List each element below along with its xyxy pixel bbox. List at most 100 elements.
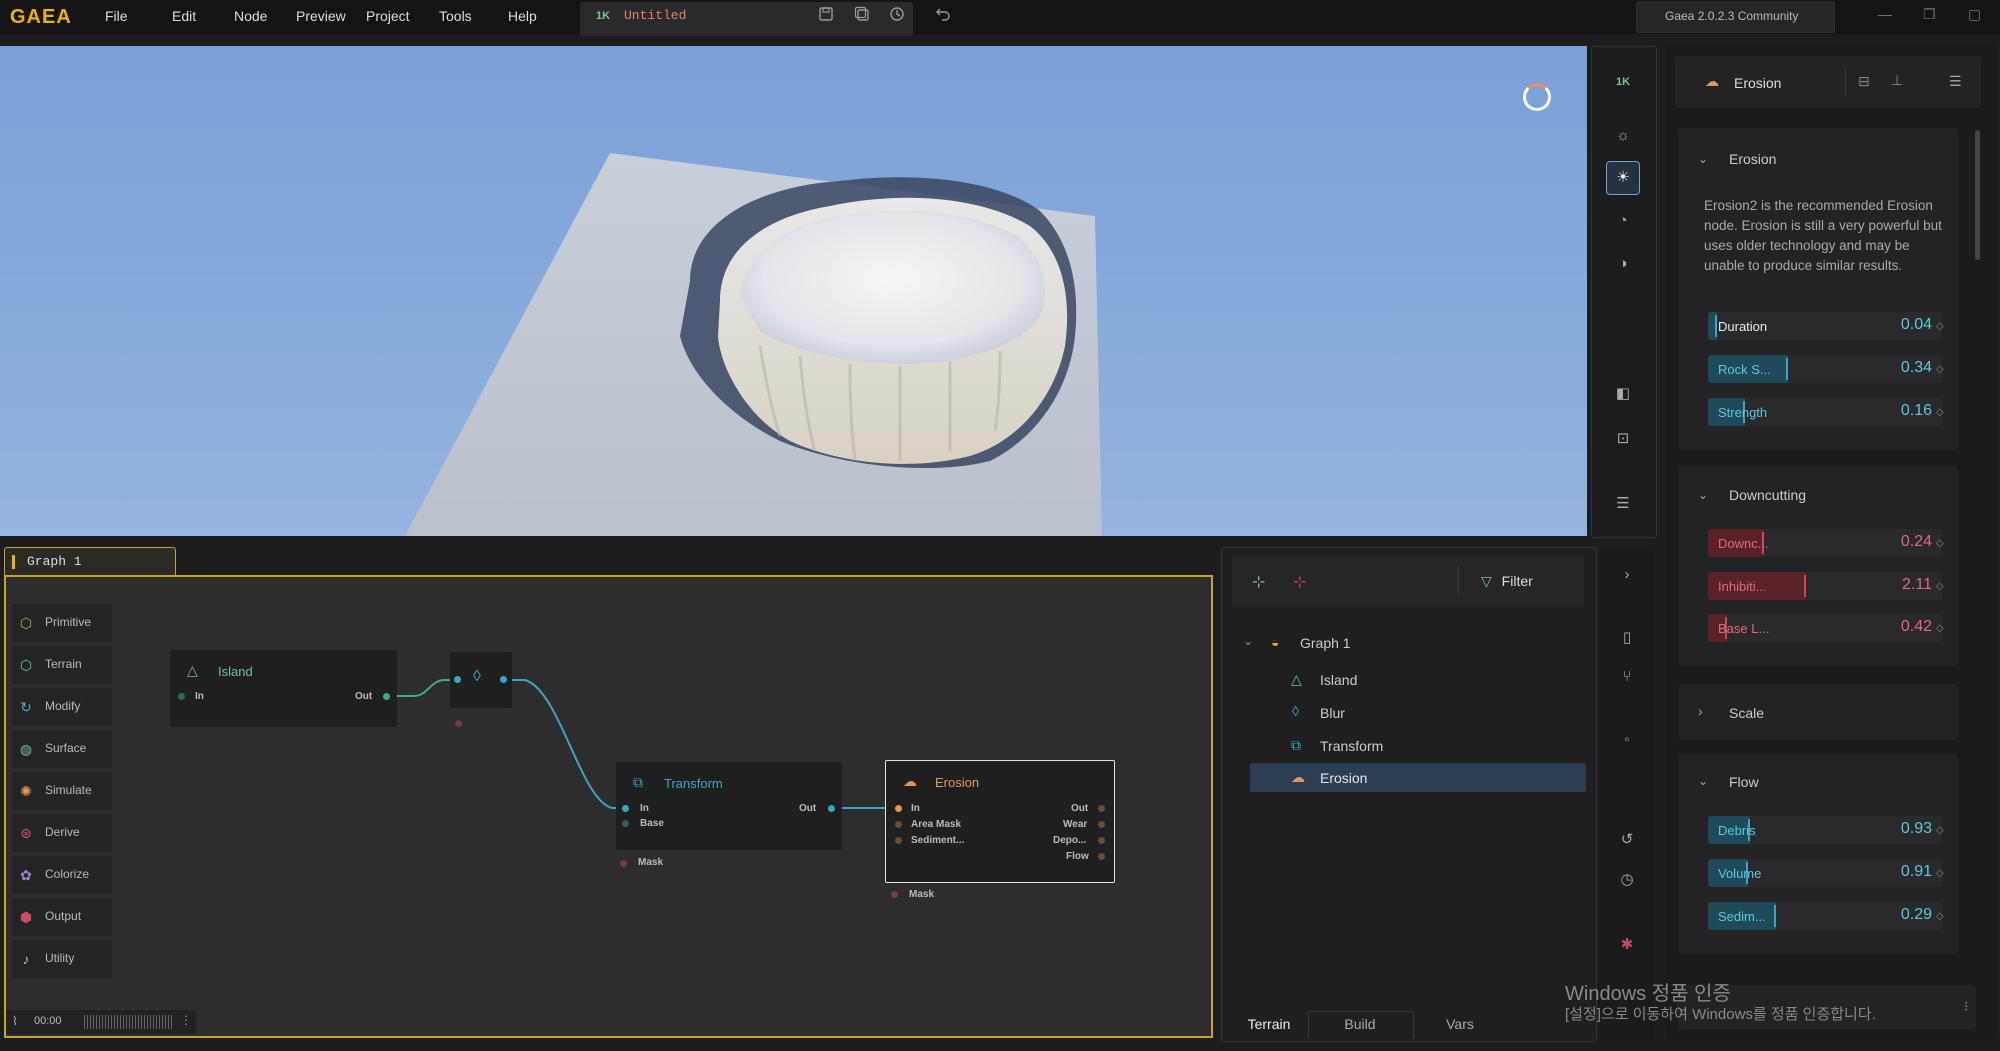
timeline-bar[interactable]: ⌇ 00:00 ⋮ — [6, 1010, 196, 1034]
keyframe-icon[interactable]: ◇ — [1936, 407, 1944, 418]
mask-port[interactable] — [455, 720, 462, 727]
node-title: Erosion — [935, 775, 980, 790]
timeline-scrubber[interactable] — [84, 1015, 172, 1029]
collapse-icon[interactable]: ⁝ — [1964, 998, 1968, 1015]
frame-icon[interactable]: ⊹ — [1293, 572, 1306, 592]
slider-inhibition[interactable]: Inhibiti... 2.11 — [1708, 572, 1942, 600]
param-value[interactable]: 0.91 — [1901, 863, 1932, 881]
contrast-icon[interactable]: ◑ — [1607, 248, 1639, 280]
chevron-down-icon[interactable]: ⌄ — [1698, 488, 1708, 502]
lighting-icon[interactable]: ☀ — [1606, 161, 1640, 195]
maximize-icon[interactable]: ▢ — [1968, 6, 1981, 23]
keyframe-icon[interactable]: ◇ — [1936, 364, 1944, 375]
base-port[interactable] — [622, 820, 629, 827]
section-erosion-title[interactable]: Erosion — [1729, 151, 1776, 167]
keyframe-icon[interactable]: ◇ — [1936, 825, 1944, 836]
viewport-resolution-badge[interactable]: 1K — [1607, 66, 1639, 98]
slider-volume[interactable]: Volume 0.91 — [1708, 859, 1942, 887]
properties-menu-icon[interactable]: ☰ — [1949, 73, 1962, 90]
node-erosion[interactable]: ☁ Erosion In Area Mask Sediment... Out W… — [885, 760, 1115, 883]
port-label: Wear — [1063, 819, 1088, 830]
input-port[interactable] — [454, 676, 461, 683]
input-port[interactable] — [895, 805, 902, 812]
param-value[interactable]: 0.29 — [1901, 906, 1932, 924]
slider-base-level[interactable]: Base L... 0.42 — [1708, 614, 1942, 642]
param-name: Strength — [1718, 405, 1768, 420]
tree-item-blur[interactable]: Blur — [1320, 705, 1345, 721]
chevron-right-icon[interactable]: › — [1698, 703, 1703, 719]
section-flow-title[interactable]: Flow — [1729, 774, 1759, 790]
timer-icon[interactable]: ◷ — [1615, 870, 1639, 888]
output-port[interactable] — [500, 676, 507, 683]
tree-root-graph-1[interactable]: Graph 1 — [1300, 635, 1351, 651]
slider-downcutting[interactable]: Downc... 0.24 — [1708, 529, 1942, 557]
slider-duration[interactable]: Duration 0.04 — [1708, 312, 1942, 340]
filter-button[interactable]: ▽ Filter — [1481, 573, 1533, 590]
keyframe-icon[interactable]: ◇ — [1936, 868, 1944, 879]
sediment-port[interactable] — [895, 837, 902, 844]
node-island[interactable]: △ Island In Out — [170, 650, 397, 727]
minimize-icon[interactable]: — — [1878, 6, 1892, 22]
erosion-icon: ☁ — [903, 773, 917, 789]
tab-terrain[interactable]: Terrain — [1233, 1011, 1305, 1037]
param-value[interactable]: 0.42 — [1901, 618, 1932, 636]
document-icon[interactable]: ▯ — [1615, 628, 1639, 646]
branch-icon[interactable]: ⑂ — [1615, 668, 1639, 685]
chevron-down-icon[interactable]: ⌄ — [1698, 774, 1708, 788]
viewport-menu-icon[interactable]: ☰ — [1607, 488, 1639, 520]
chevron-down-icon[interactable]: ⌄ — [1698, 152, 1708, 166]
properties-scrollbar[interactable] — [1975, 130, 1980, 260]
mask-port[interactable] — [891, 891, 898, 898]
param-value[interactable]: 0.34 — [1901, 359, 1932, 377]
node-blur[interactable]: ◊ — [450, 652, 512, 708]
section-scale-title[interactable]: Scale — [1729, 705, 1764, 721]
tab-build[interactable]: Build — [1308, 1011, 1412, 1037]
param-value[interactable]: 0.24 — [1901, 533, 1932, 551]
slider-sediment[interactable]: Sedim... 0.29 — [1708, 902, 1942, 930]
sun-icon[interactable]: ☼ — [1607, 120, 1639, 152]
tree-item-erosion[interactable]: Erosion — [1320, 770, 1367, 786]
chevron-right-icon[interactable]: › — [1615, 566, 1639, 583]
wear-port[interactable] — [1098, 821, 1105, 828]
slider-rock-softness[interactable]: Rock S... 0.34 — [1708, 355, 1942, 383]
input-port[interactable] — [178, 693, 185, 700]
param-value[interactable]: 0.93 — [1901, 820, 1932, 838]
output-port[interactable] — [383, 693, 390, 700]
mask-port[interactable] — [620, 860, 627, 867]
node-transform[interactable]: ⧉ Transform In Base Out — [616, 762, 842, 850]
environment-icon[interactable]: ◔ — [1607, 205, 1639, 237]
tree-item-island[interactable]: Island — [1320, 672, 1357, 688]
tree-expand-icon[interactable]: ⌄ — [1243, 634, 1253, 648]
output-port[interactable] — [1098, 805, 1105, 812]
input-port[interactable] — [622, 805, 629, 812]
slider-debris[interactable]: Debris 0.93 — [1708, 816, 1942, 844]
slider-strength[interactable]: Strength 0.16 — [1708, 398, 1942, 426]
param-value[interactable]: 0.16 — [1901, 402, 1932, 420]
flame-icon[interactable]: ◦ — [1615, 731, 1639, 748]
keyframe-icon[interactable]: ◇ — [1936, 581, 1944, 592]
param-value[interactable]: 0.04 — [1901, 316, 1932, 334]
activation-watermark-text: [설정]으로 이동하여 Windows를 정품 인증합니다. — [1565, 1006, 1876, 1023]
section-downcutting-title[interactable]: Downcutting — [1729, 487, 1806, 503]
restore-icon[interactable]: ❐ — [1923, 6, 1936, 23]
keyframe-icon[interactable]: ◇ — [1936, 538, 1944, 549]
timeline-menu-icon[interactable]: ⋮ — [180, 1013, 192, 1027]
param-value[interactable]: 2.11 — [1902, 576, 1932, 594]
keyframe-icon[interactable]: ◇ — [1936, 321, 1944, 332]
keyframe-icon[interactable]: ◇ — [1936, 623, 1944, 634]
preview-icon[interactable]: ⊟ — [1858, 73, 1870, 90]
capture-icon[interactable]: ⊡ — [1607, 423, 1639, 455]
flow-port[interactable] — [1098, 853, 1105, 860]
tab-vars[interactable]: Vars — [1412, 1011, 1508, 1037]
compare-icon[interactable]: ◧ — [1607, 378, 1639, 410]
area-mask-port[interactable] — [895, 821, 902, 828]
rotate-icon[interactable]: ↺ — [1615, 830, 1639, 848]
tree-item-transform[interactable]: Transform — [1320, 738, 1383, 754]
output-port[interactable] — [828, 805, 835, 812]
pin-icon[interactable]: ⊥ — [1891, 72, 1903, 89]
port-label: Flow — [1066, 851, 1089, 862]
plugin-icon[interactable]: ✱ — [1615, 935, 1639, 953]
keyframe-icon[interactable]: ◇ — [1936, 911, 1944, 922]
deposits-port[interactable] — [1098, 837, 1105, 844]
focus-icon[interactable]: ⊹ — [1252, 572, 1265, 592]
